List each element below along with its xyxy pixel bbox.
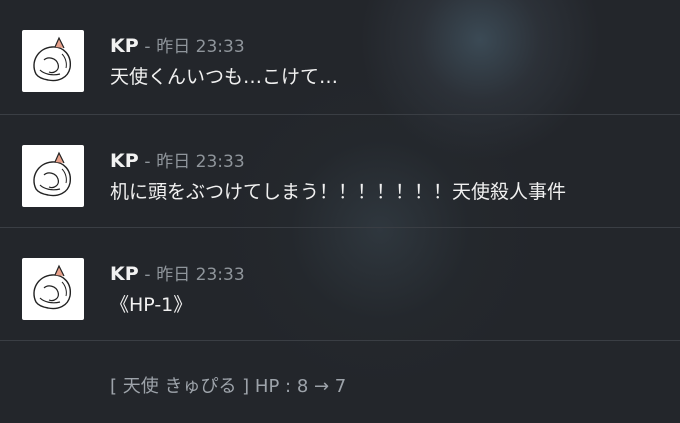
- cat-curled-icon: [33, 151, 71, 197]
- chat-message: KP - 昨日 23:33 天使くんいつも…こけて…: [0, 0, 680, 115]
- author-name[interactable]: KP: [110, 263, 139, 285]
- timestamp: 昨日 23:33: [156, 265, 245, 285]
- system-message: [ 天使 きゅぴる ] HP : 8 → 7: [110, 376, 347, 397]
- author-name[interactable]: KP: [110, 35, 139, 57]
- header-separator: -: [144, 37, 151, 57]
- timestamp: 昨日 23:33: [156, 152, 245, 172]
- message-header: KP - 昨日 23:33: [110, 147, 245, 172]
- message-text: 天使くんいつも…こけて…: [110, 66, 339, 88]
- author-name[interactable]: KP: [110, 150, 139, 172]
- chat-message: KP - 昨日 23:33 机に頭をぶつけてしまう！！！！！！！天使殺人事件: [0, 115, 680, 228]
- avatar[interactable]: [22, 258, 84, 320]
- message-text: 机に頭をぶつけてしまう！！！！！！！天使殺人事件: [110, 181, 567, 203]
- message-header: KP - 昨日 23:33: [110, 32, 245, 57]
- header-separator: -: [144, 265, 151, 285]
- header-separator: -: [144, 152, 151, 172]
- chat-message: KP - 昨日 23:33 《HP-1》: [0, 228, 680, 341]
- cat-curled-icon: [33, 264, 71, 310]
- message-header: KP - 昨日 23:33: [110, 260, 245, 285]
- timestamp: 昨日 23:33: [156, 37, 245, 57]
- message-text: 《HP-1》: [110, 294, 193, 316]
- cat-curled-icon: [33, 36, 71, 82]
- avatar[interactable]: [22, 30, 84, 92]
- avatar[interactable]: [22, 145, 84, 207]
